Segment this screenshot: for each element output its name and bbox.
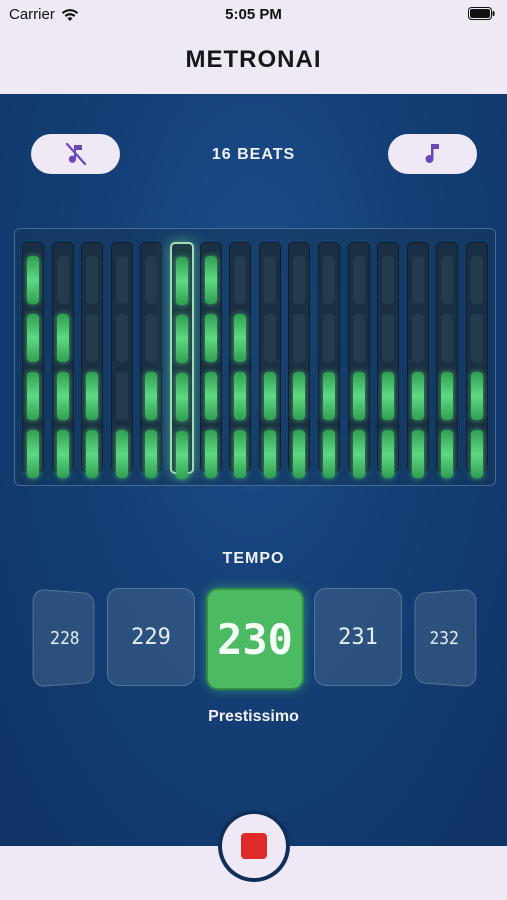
beat-column[interactable] <box>229 242 251 472</box>
beat-cell <box>412 314 424 362</box>
beat-cell <box>205 314 217 362</box>
beat-cell <box>57 372 69 420</box>
sound-button[interactable] <box>388 134 477 174</box>
beat-cell <box>264 256 276 304</box>
beat-column[interactable] <box>288 242 310 472</box>
beat-cell <box>27 372 39 420</box>
beat-cell <box>441 430 453 478</box>
tempo-option-228[interactable]: 228 <box>33 589 95 688</box>
beat-cell <box>57 256 69 304</box>
beat-cell <box>86 256 98 304</box>
beat-cell <box>57 314 69 362</box>
beat-cell <box>27 256 39 304</box>
beat-cell <box>234 256 246 304</box>
music-note-icon <box>424 142 442 166</box>
status-bar: Carrier 5:05 PM <box>0 0 507 30</box>
beat-cell <box>145 430 157 478</box>
beat-cell <box>264 430 276 478</box>
beat-column[interactable] <box>111 242 133 472</box>
beat-column[interactable] <box>259 242 281 472</box>
beat-cell <box>441 256 453 304</box>
beat-cell <box>471 256 483 304</box>
beat-cell <box>471 372 483 420</box>
stop-button[interactable] <box>222 814 286 878</box>
beat-column[interactable] <box>377 242 399 472</box>
beat-cell <box>471 430 483 478</box>
beat-cell <box>293 430 305 478</box>
beat-cell <box>293 256 305 304</box>
status-time: 5:05 PM <box>0 6 507 23</box>
beat-column[interactable] <box>52 242 74 472</box>
beat-cell <box>323 256 335 304</box>
beat-cell <box>412 372 424 420</box>
beat-column[interactable] <box>318 242 340 472</box>
beat-column[interactable] <box>170 242 194 474</box>
beat-cell <box>205 430 217 478</box>
metronome-panel: 16 BEATS TEMPO 228 229 230 231 232 Prest… <box>0 94 507 846</box>
beat-cell <box>382 256 394 304</box>
tempo-marking: Prestissimo <box>0 708 507 726</box>
beat-column[interactable] <box>436 242 458 472</box>
navigation-bar: METRONAI <box>0 30 507 94</box>
beat-cell <box>353 430 365 478</box>
battery-icon <box>468 7 495 24</box>
beat-cell <box>176 257 188 305</box>
beat-cell <box>353 372 365 420</box>
beat-cell <box>234 314 246 362</box>
beat-cell <box>382 314 394 362</box>
beat-cell <box>441 372 453 420</box>
beat-cell <box>86 314 98 362</box>
beat-cell <box>86 372 98 420</box>
beat-cell <box>176 315 188 363</box>
beat-cell <box>441 314 453 362</box>
beat-cell <box>471 314 483 362</box>
beat-cell <box>116 256 128 304</box>
tempo-option-232[interactable]: 232 <box>415 589 477 688</box>
tempo-selected-230[interactable]: 230 <box>206 588 304 690</box>
beat-column[interactable] <box>200 242 222 472</box>
beat-cell <box>116 372 128 420</box>
beat-column[interactable] <box>140 242 162 472</box>
beat-column[interactable] <box>407 242 429 472</box>
beat-cell <box>293 372 305 420</box>
beat-cell <box>234 372 246 420</box>
beat-column[interactable] <box>22 242 44 472</box>
beat-grid <box>14 228 496 486</box>
beat-cell <box>293 314 305 362</box>
beat-cell <box>205 372 217 420</box>
beat-cell <box>86 430 98 478</box>
beat-cell <box>353 256 365 304</box>
beat-cell <box>145 372 157 420</box>
stop-button-ring <box>218 810 290 882</box>
stop-icon <box>241 833 267 859</box>
beat-cell <box>353 314 365 362</box>
beat-column[interactable] <box>466 242 488 472</box>
beat-cell <box>27 430 39 478</box>
beat-cell <box>382 372 394 420</box>
app-title: METRONAI <box>0 46 507 74</box>
beat-cell <box>116 314 128 362</box>
beat-cell <box>323 372 335 420</box>
beat-cell <box>145 314 157 362</box>
beat-cell <box>264 314 276 362</box>
beat-cell <box>264 372 276 420</box>
beat-cell <box>412 430 424 478</box>
beat-cell <box>57 430 69 478</box>
beat-column[interactable] <box>81 242 103 472</box>
beat-cell <box>27 314 39 362</box>
beat-cell <box>145 256 157 304</box>
beat-column[interactable] <box>348 242 370 472</box>
beat-cell <box>323 430 335 478</box>
tempo-option-229[interactable]: 229 <box>107 588 195 686</box>
beat-cell <box>412 256 424 304</box>
beat-cell <box>116 430 128 478</box>
beat-cell <box>176 431 188 479</box>
beat-cell <box>382 430 394 478</box>
beat-cell <box>234 430 246 478</box>
beat-cell <box>176 373 188 421</box>
tempo-option-231[interactable]: 231 <box>314 588 402 686</box>
tempo-heading: TEMPO <box>0 550 507 568</box>
beat-cell <box>323 314 335 362</box>
beat-cell <box>205 256 217 304</box>
